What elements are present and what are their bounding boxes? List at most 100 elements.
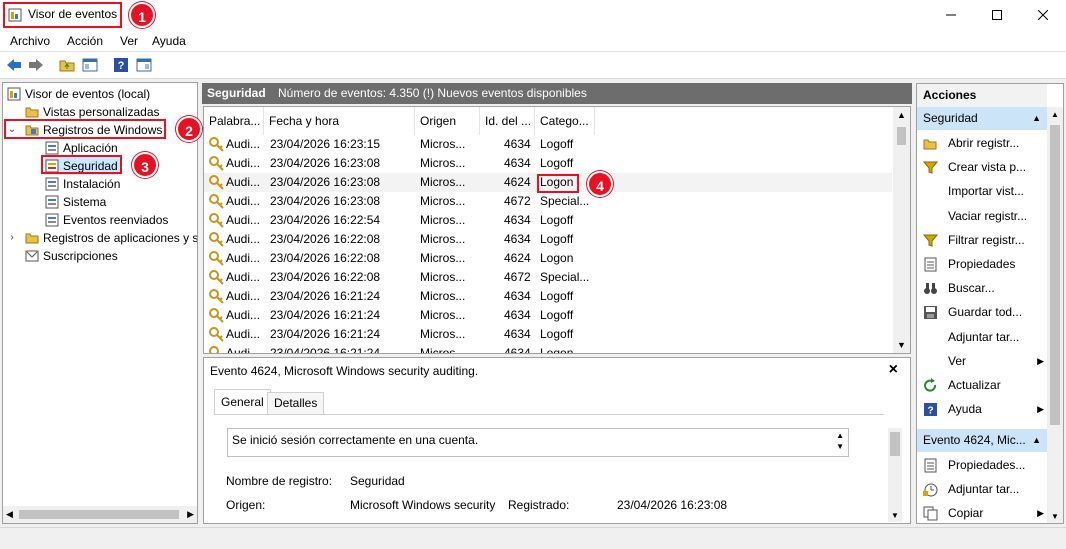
tree-log-instalacion[interactable]: Instalación [45, 175, 120, 193]
actions-section-event[interactable]: Evento 4624, Mic... ▲ [917, 429, 1047, 452]
copy-icon [923, 506, 938, 521]
action-item[interactable]: Propiedades... [917, 454, 1047, 476]
cell-event-id: 4634 [504, 137, 531, 151]
action-item[interactable]: Buscar... [917, 277, 1047, 299]
tree-app-logs[interactable]: Registros de aplicaciones y s [25, 229, 197, 247]
column-keywords[interactable]: Palabra... [204, 107, 264, 135]
menu-ver[interactable]: Ver [120, 34, 138, 48]
table-row[interactable]: Audi... 23/04/2026 16:22:08 Micros... 4672 S… [204, 268, 892, 287]
cell-source: Micros... [420, 213, 466, 227]
tree-log-sistema[interactable]: Sistema [45, 193, 106, 211]
table-row[interactable]: Audi... 23/04/2026 16:23:15 Micros... 4634 L… [204, 135, 892, 154]
cell-datetime: 23/04/2026 16:23:08 [270, 175, 381, 189]
action-item[interactable]: Propiedades [917, 253, 1047, 275]
table-row[interactable]: Audi... 23/04/2026 16:22:54 Micros... 4634 L… [204, 211, 892, 230]
log-icon [45, 177, 59, 191]
scroll-down-icon[interactable]: ▼ [897, 340, 906, 350]
menu-archivo[interactable]: Archivo [10, 34, 50, 48]
collapse-icon[interactable]: ▲ [1032, 429, 1041, 452]
actions-vertical-scrollbar[interactable]: ▲ ▼ [1047, 107, 1063, 523]
table-row[interactable]: Audi... 23/04/2026 16:23:08 Micros... 4634 L… [204, 154, 892, 173]
help-icon: ? [923, 402, 938, 417]
cell-datetime: 23/04/2026 16:21:24 [270, 327, 381, 341]
menu-ayuda[interactable]: Ayuda [152, 34, 186, 48]
grid-vertical-scrollbar[interactable]: ▲ ▼ [893, 107, 910, 353]
scroll-right-icon[interactable]: ▶ [187, 509, 194, 520]
table-row[interactable]: Audi... 23/04/2026 16:21:24 Micros... 4634 L… [204, 344, 892, 353]
highlight-security-log [41, 155, 122, 174]
help-icon[interactable]: ? [111, 56, 131, 74]
scroll-down-icon[interactable]: ▼ [1051, 512, 1059, 521]
tree-log-reenviados[interactable]: Eventos reenviados [45, 211, 168, 229]
action-item[interactable]: Crear vista p... [917, 156, 1047, 178]
scroll-left-icon[interactable]: ◀ [6, 509, 13, 520]
scroll-thumb[interactable] [890, 432, 900, 456]
maximize-button[interactable] [974, 0, 1020, 30]
log-name-value: Seguridad [350, 474, 405, 488]
menu-accion[interactable]: Acción [67, 34, 103, 48]
tab-details[interactable]: Detalles [267, 392, 325, 414]
table-row[interactable]: Audi... 23/04/2026 16:21:24 Micros... 4634 L… [204, 306, 892, 325]
action-item[interactable]: Ver ▶ [917, 350, 1047, 372]
chevron-right-icon[interactable]: › [7, 229, 17, 247]
scroll-thumb[interactable] [19, 510, 179, 519]
action-item[interactable]: Copiar ▶ [917, 502, 1047, 523]
show-hide-action-pane-icon[interactable] [134, 56, 154, 74]
table-row[interactable]: Audi... 23/04/2026 16:21:24 Micros... 4634 L… [204, 287, 892, 306]
collapse-icon[interactable]: ▲ [1032, 107, 1041, 130]
table-row[interactable]: Audi... 23/04/2026 16:21:24 Micros... 4634 L… [204, 325, 892, 344]
table-row[interactable]: Audi... 23/04/2026 16:22:08 Micros... 4624 L… [204, 249, 892, 268]
scroll-thumb[interactable] [1050, 125, 1060, 425]
column-category[interactable]: Catego... [535, 107, 595, 135]
action-item[interactable]: ? Ayuda ▶ [917, 398, 1047, 420]
cell-event-id: 4634 [504, 289, 531, 303]
column-datetime[interactable]: Fecha y hora [264, 107, 415, 135]
action-item[interactable]: Adjuntar tar... [917, 478, 1047, 500]
action-item[interactable]: Abrir registr... [917, 132, 1047, 154]
cell-datetime: 23/04/2026 16:22:54 [270, 213, 381, 227]
scroll-down-icon[interactable]: ▼ [891, 511, 899, 520]
column-source[interactable]: Origen [415, 107, 480, 135]
cell-category: Logoff [540, 327, 574, 341]
log-icon [45, 141, 59, 155]
tree-root[interactable]: Visor de eventos (local) [7, 85, 150, 103]
table-row[interactable]: Audi... 23/04/2026 16:23:08 Micros... 4672 S… [204, 192, 892, 211]
attach-task-icon [923, 482, 938, 497]
detail-vertical-scrollbar[interactable]: ▼ [888, 428, 902, 522]
table-row[interactable]: Audi... 23/04/2026 16:22:08 Micros... 4634 L… [204, 230, 892, 249]
scroll-up-icon[interactable]: ▲ [1051, 110, 1059, 119]
action-item[interactable]: Adjuntar tar... [917, 326, 1047, 348]
binoculars-icon [923, 281, 938, 296]
navigation-tree: Visor de eventos (local) Vistas personal… [2, 82, 198, 524]
cell-event-id: 4672 [504, 194, 531, 208]
annotation-badge-1: 1 [129, 2, 155, 28]
action-item[interactable]: Vaciar registr... [917, 205, 1047, 227]
event-message-box[interactable]: Se inició sesión correctamente en una cu… [227, 428, 849, 457]
minimize-button[interactable] [928, 0, 974, 30]
close-icon[interactable]: × [889, 361, 898, 379]
audit-key-icon [209, 308, 225, 323]
audit-key-icon [209, 346, 225, 353]
show-hide-tree-icon[interactable] [80, 56, 100, 74]
action-item[interactable]: Guardar tod... [917, 301, 1047, 323]
audit-key-icon [209, 270, 225, 285]
tab-general[interactable]: General [214, 389, 271, 415]
actions-section-seguridad[interactable]: Seguridad ▲ [917, 107, 1047, 130]
folder-up-icon[interactable] [57, 56, 77, 74]
action-item[interactable]: Importar vist... [917, 180, 1047, 202]
action-item[interactable]: Actualizar [917, 374, 1047, 396]
tree-horizontal-scrollbar[interactable]: ◀ ▶ [3, 506, 197, 523]
svg-text:?: ? [118, 60, 125, 72]
scroll-thumb[interactable] [897, 127, 906, 145]
action-item[interactable]: Filtrar registr... [917, 229, 1047, 251]
column-event-id[interactable]: Id. del ... [480, 107, 535, 135]
message-scroll-icon[interactable]: ▲ ▼ [836, 430, 844, 452]
close-button[interactable] [1020, 0, 1066, 30]
tree-subscriptions[interactable]: Suscripciones [25, 247, 118, 265]
filter-funnel-icon [922, 160, 939, 175]
back-arrow-icon[interactable] [4, 56, 24, 74]
scroll-up-icon[interactable]: ▲ [897, 110, 906, 120]
forward-arrow-icon[interactable] [26, 56, 46, 74]
cell-keywords: Audi... [226, 175, 261, 189]
cell-datetime: 23/04/2026 16:23:15 [270, 137, 381, 151]
